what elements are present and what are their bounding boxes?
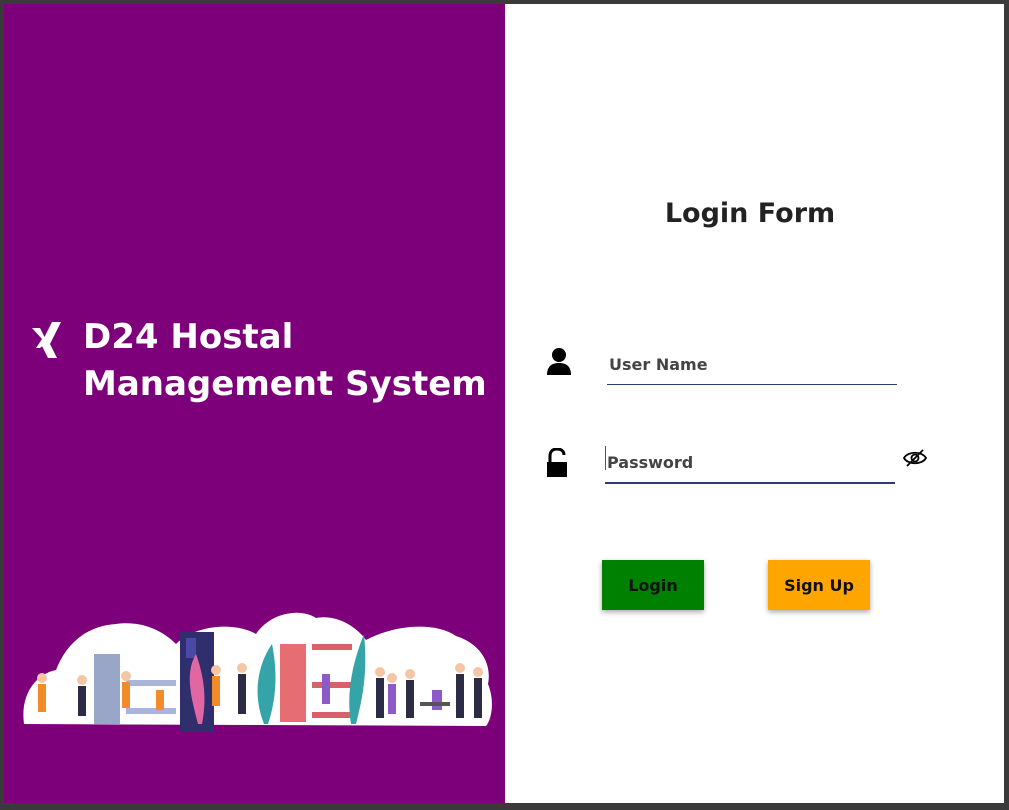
- signup-button[interactable]: Sign Up: [768, 560, 870, 610]
- hostel-illustration: [23, 612, 492, 732]
- password-input[interactable]: [605, 442, 895, 484]
- brand-panel: D24 Hostal Management System: [4, 4, 505, 803]
- username-input[interactable]: [607, 344, 897, 385]
- lock-open-icon: [547, 448, 567, 477]
- login-window: D24 Hostal Management System Login Form …: [4, 4, 1004, 803]
- eye-slash-icon[interactable]: [902, 448, 928, 468]
- app-title-line1: D24 Hostal: [83, 317, 294, 357]
- login-button[interactable]: Login: [602, 560, 704, 610]
- xing-icon: [32, 322, 61, 358]
- login-panel: Login Form Login Sign Up: [505, 4, 1004, 803]
- form-title: Login Form: [664, 198, 836, 229]
- app-title: D24 Hostal Management System: [83, 314, 487, 408]
- user-icon: [547, 348, 571, 375]
- text-cursor: [605, 446, 606, 470]
- app-title-line2: Management System: [83, 364, 487, 404]
